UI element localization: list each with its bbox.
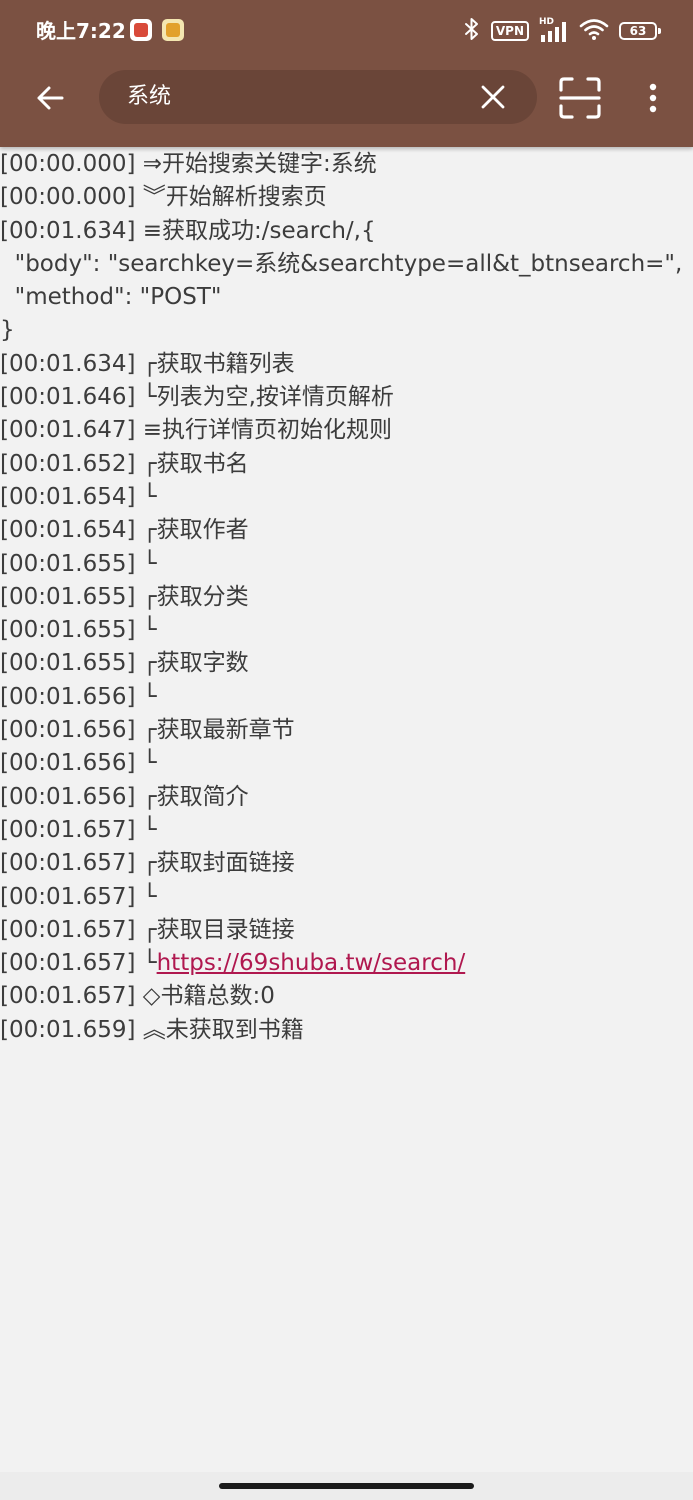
log-text: [00:01.657] ┌获取封面链接	[0, 850, 295, 877]
log-text: [00:01.634] ┌获取书籍列表	[0, 350, 295, 377]
status-time: 晚上7:22	[36, 19, 126, 43]
arrow-left-icon	[37, 86, 64, 110]
log-line: [00:01.657] └	[0, 881, 693, 914]
log-text: [00:01.657] ◇书籍总数:0	[0, 983, 275, 1010]
log-line: [00:01.656] ┌获取最新章节	[0, 714, 693, 747]
log-text: [00:01.654] ┌获取作者	[0, 517, 249, 544]
battery-icon: 63	[619, 22, 661, 40]
log-text: [00:01.657] └	[0, 883, 157, 910]
log-text: [00:01.646] └列表为空,按详情页解析	[0, 384, 394, 411]
log-line: [00:01.634] ≡获取成功:/search/,{	[0, 215, 693, 248]
log-text: [00:01.657] └	[0, 816, 157, 843]
log-line: [00:00.000] ︾开始解析搜索页	[0, 181, 693, 214]
log-text: [00:01.655] ┌获取字数	[0, 650, 249, 677]
log-link[interactable]: https://69shuba.tw/search/	[157, 950, 466, 976]
more-button[interactable]	[632, 72, 674, 124]
log-text: [00:01.655] └	[0, 617, 157, 644]
log-line: [00:01.655] ┌获取分类	[0, 581, 693, 614]
log-text: [00:01.656] └	[0, 750, 157, 777]
log-text: [00:01.652] ┌获取书名	[0, 450, 249, 477]
log-line: [00:01.656] └	[0, 681, 693, 714]
log-line: [00:01.657] └https://69shuba.tw/search/	[0, 947, 693, 980]
home-indicator[interactable]	[219, 1483, 474, 1489]
log-text: [00:01.657] ┌获取目录链接	[0, 916, 295, 943]
log-text: [00:00.000] ⇒开始搜索关键字:系统	[0, 151, 377, 177]
log-text: [00:01.655] ┌获取分类	[0, 583, 249, 610]
log-line: [00:01.655] └	[0, 548, 693, 581]
log-text: "method": "POST"	[0, 284, 222, 311]
log-line: [00:01.659] ︽未获取到书籍	[0, 1014, 693, 1047]
log-text: [00:01.656] └	[0, 683, 157, 710]
log-line: "method": "POST"	[0, 281, 693, 314]
log-line: [00:01.656] ┌获取简介	[0, 781, 693, 814]
log-line: [00:01.657] ┌获取封面链接	[0, 847, 693, 880]
status-bar: 晚上7:22 VPN HD 63	[0, 0, 693, 62]
log-line: }	[0, 314, 693, 347]
log-line: [00:01.657] ◇书籍总数:0	[0, 980, 693, 1013]
app-bar: 晚上7:22 VPN HD 63 系统	[0, 0, 693, 147]
log-text: }	[0, 317, 15, 344]
log-line: [00:01.654] ┌获取作者	[0, 514, 693, 547]
log-text: [00:01.656] ┌获取简介	[0, 783, 249, 810]
log-line: [00:01.654] └	[0, 481, 693, 514]
log-output: [00:00.000] ⇒开始搜索关键字:系统 [00:00.000] ︾开始解析…	[0, 147, 693, 1047]
close-icon[interactable]	[479, 83, 507, 111]
notification-app-icon	[130, 19, 152, 41]
search-field[interactable]: 系统	[99, 70, 537, 124]
log-line: [00:01.656] └	[0, 747, 693, 780]
status-indicators: VPN HD 63	[463, 16, 661, 46]
search-input[interactable]: 系统	[127, 70, 171, 124]
log-line: [00:01.655] └	[0, 614, 693, 647]
back-button[interactable]	[24, 72, 76, 124]
log-line: [00:01.634] ┌获取书籍列表	[0, 348, 693, 381]
log-text: [00:01.655] └	[0, 550, 157, 577]
more-vertical-icon	[649, 83, 657, 113]
log-text: [00:01.657] └	[0, 950, 157, 977]
notification-app-icon	[162, 19, 184, 41]
log-line: [00:00.000] ⇒开始搜索关键字:系统	[0, 148, 693, 181]
bluetooth-icon	[463, 17, 481, 45]
wifi-icon	[579, 17, 609, 45]
log-line: [00:01.657] ┌获取目录链接	[0, 914, 693, 947]
log-line: [00:01.646] └列表为空,按详情页解析	[0, 381, 693, 414]
log-line: [00:01.655] ┌获取字数	[0, 647, 693, 680]
log-line: [00:01.647] ≡执行详情页初始化规则	[0, 414, 693, 447]
log-text: "body": "searchkey=系统&searchtype=all&t_b…	[0, 250, 683, 277]
scan-button[interactable]	[552, 70, 608, 126]
log-text: [00:00.000] ︾开始解析搜索页	[0, 184, 327, 211]
log-text: [00:01.647] ≡执行详情页初始化规则	[0, 417, 393, 444]
log-text: [00:01.656] ┌获取最新章节	[0, 717, 295, 744]
vpn-icon: VPN	[490, 21, 529, 41]
log-line: "body": "searchkey=系统&searchtype=all&t_b…	[0, 248, 693, 281]
log-text: [00:01.634] ≡获取成功:/search/,{	[0, 217, 376, 244]
scan-frame-icon	[559, 77, 601, 119]
signal-icon: HD	[539, 17, 569, 43]
log-text: [00:01.654] └	[0, 483, 157, 510]
log-line: [00:01.657] └	[0, 814, 693, 847]
log-text: [00:01.659] ︽未获取到书籍	[0, 1016, 304, 1043]
log-line: [00:01.652] ┌获取书名	[0, 448, 693, 481]
